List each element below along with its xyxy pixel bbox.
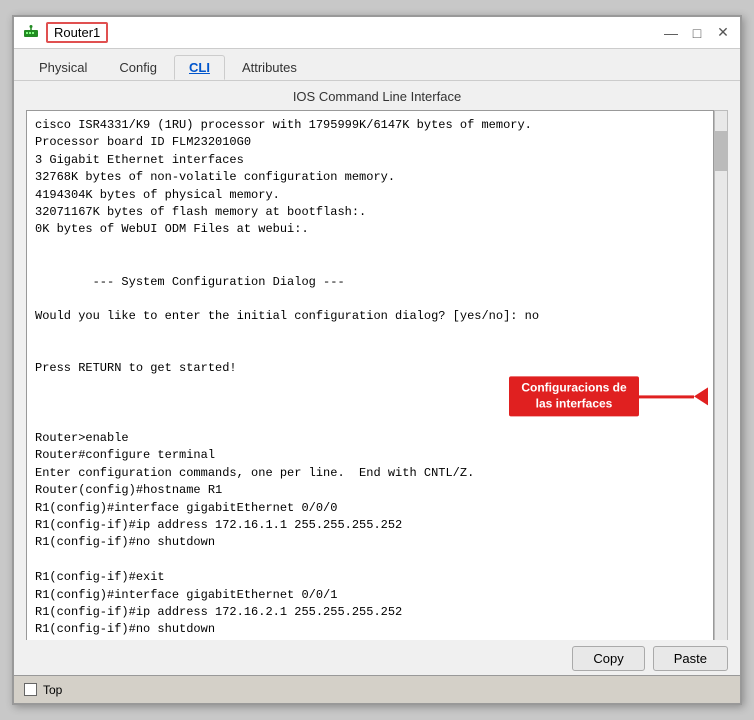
router-icon: [22, 24, 40, 42]
arrow-head: [694, 387, 708, 405]
content-area: IOS Command Line Interface cisco ISR4331…: [14, 81, 740, 640]
annotation-label: Configuracions de las interfaces: [509, 377, 639, 416]
tab-bar: Physical Config CLI Attributes: [14, 49, 740, 81]
scrollbar-thumb[interactable]: [715, 131, 727, 171]
main-window: Router1 — □ ✕ Physical Config CLI Attrib…: [12, 15, 742, 705]
title-bar: Router1 — □ ✕: [14, 17, 740, 49]
minimize-button[interactable]: —: [662, 24, 680, 42]
cli-container: cisco ISR4331/K9 (1RU) processor with 17…: [26, 110, 728, 640]
button-bar: Copy Paste: [14, 640, 740, 675]
close-button[interactable]: ✕: [714, 24, 732, 42]
tab-attributes[interactable]: Attributes: [227, 55, 312, 80]
section-title: IOS Command Line Interface: [26, 89, 728, 104]
bottom-bar: Top: [14, 675, 740, 703]
copy-button[interactable]: Copy: [572, 646, 644, 671]
arrow-graphic: [639, 387, 708, 405]
maximize-button[interactable]: □: [688, 24, 706, 42]
cli-output[interactable]: cisco ISR4331/K9 (1RU) processor with 17…: [26, 110, 714, 640]
paste-button[interactable]: Paste: [653, 646, 728, 671]
title-bar-left: Router1: [22, 22, 108, 43]
tab-config[interactable]: Config: [104, 55, 172, 80]
arrow-shaft: [639, 395, 694, 398]
scrollbar[interactable]: [714, 110, 728, 640]
tab-cli[interactable]: CLI: [174, 55, 225, 80]
annotation-arrow: Configuracions de las interfaces: [509, 377, 708, 416]
title-bar-controls: — □ ✕: [662, 24, 732, 42]
top-label: Top: [43, 683, 62, 697]
tab-physical[interactable]: Physical: [24, 55, 102, 80]
window-title: Router1: [46, 22, 108, 43]
top-checkbox[interactable]: [24, 683, 37, 696]
